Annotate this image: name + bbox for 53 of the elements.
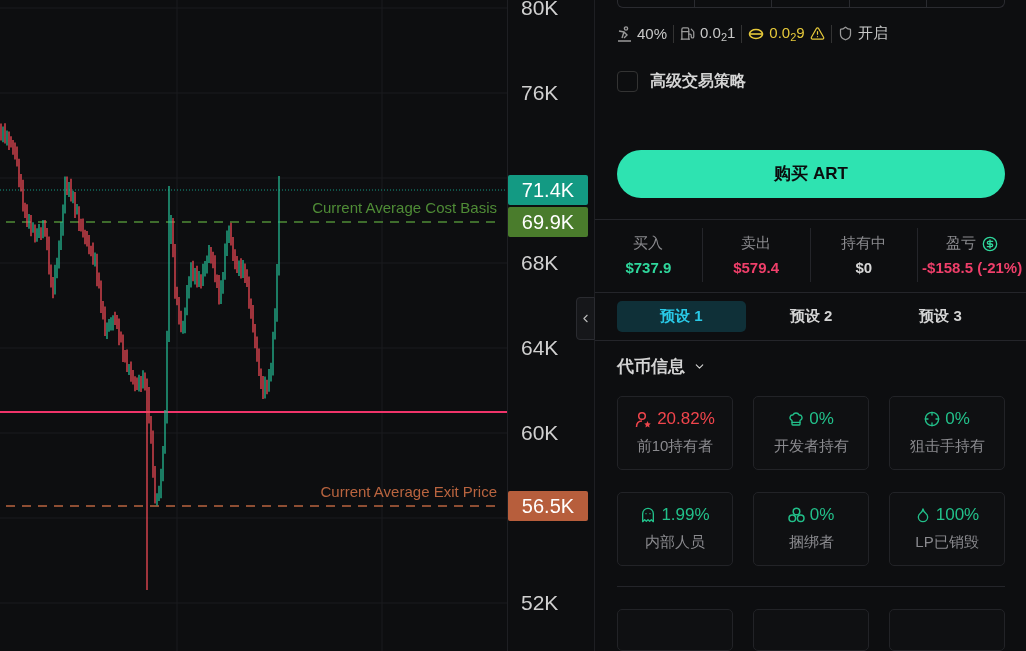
axis-label: 60K xyxy=(521,421,559,445)
price-line-label: Current Average Exit Price xyxy=(320,483,497,500)
stat-value: 0% xyxy=(809,505,835,526)
slipping-person-icon xyxy=(617,25,632,42)
crosshair-icon xyxy=(924,411,941,428)
position-label: 持有中 xyxy=(841,234,887,254)
coin-icon xyxy=(748,27,765,40)
chef-hat-icon xyxy=(788,411,805,428)
stat-label: 开发者持有 xyxy=(773,437,849,457)
ghost-icon xyxy=(640,507,657,524)
setting-value: 0.0$_{2}$1 xyxy=(700,24,736,44)
position-value: $579.4 xyxy=(733,259,780,277)
shield-icon xyxy=(837,26,853,42)
axis-label: 76K xyxy=(521,81,559,105)
preset-tab[interactable]: 预设 1 xyxy=(617,301,746,333)
price-line-label: Current Average Cost Basis xyxy=(312,199,497,216)
stat-value: 100% xyxy=(935,505,980,526)
token-info-toggle[interactable]: 代币信息 xyxy=(617,355,1026,378)
preset-tab[interactable]: 预设 3 xyxy=(876,301,1005,333)
checkbox-label: 高级交易策略 xyxy=(650,70,746,91)
setting-value: 开启 xyxy=(857,24,888,44)
stat-label: 内部人员 xyxy=(645,533,705,553)
position-value: $737.9 xyxy=(625,259,672,277)
position-label: 买入 xyxy=(633,234,664,254)
position-value: -$158.5 (-21%) xyxy=(922,259,1023,277)
stat-value: 0% xyxy=(809,409,834,430)
user-star-icon xyxy=(635,411,653,428)
checkbox[interactable] xyxy=(617,70,638,92)
stat-value: 20.82% xyxy=(657,409,715,430)
price-badge: 71.4K xyxy=(508,175,588,205)
stat-label: 狙击手持有 xyxy=(909,437,985,457)
stat-value: 1.99% xyxy=(661,505,710,526)
axis-label: 64K xyxy=(521,336,559,360)
axis-label: 52K xyxy=(521,591,559,615)
stat-label: 前10持有者 xyxy=(636,437,714,457)
setting-value: 0.0$_{2}$9 xyxy=(769,24,805,44)
preset-tab[interactable]: 预设 2 xyxy=(746,301,876,333)
price-badge: 69.9K xyxy=(508,207,588,237)
collapse-button[interactable] xyxy=(576,297,595,340)
axis-label: 68K xyxy=(521,251,559,275)
stat-label: 捆绑者 xyxy=(788,533,834,553)
buy-button[interactable]: 购买 ART xyxy=(617,149,1005,198)
position-label: 卖出 xyxy=(741,234,772,254)
position-value: $0 xyxy=(855,259,873,277)
price-badge: 56.5K xyxy=(508,491,588,521)
stat-value: 0% xyxy=(945,409,970,430)
axis-label: 80K xyxy=(521,0,559,20)
circles-cluster-icon xyxy=(787,507,805,524)
fuel-icon xyxy=(680,26,696,42)
setting-value: 40% xyxy=(637,25,668,43)
dollar-cycle-icon[interactable] xyxy=(982,235,999,252)
position-label: 盈亏 xyxy=(946,234,977,254)
stat-label: LP已销毁 xyxy=(915,533,979,553)
